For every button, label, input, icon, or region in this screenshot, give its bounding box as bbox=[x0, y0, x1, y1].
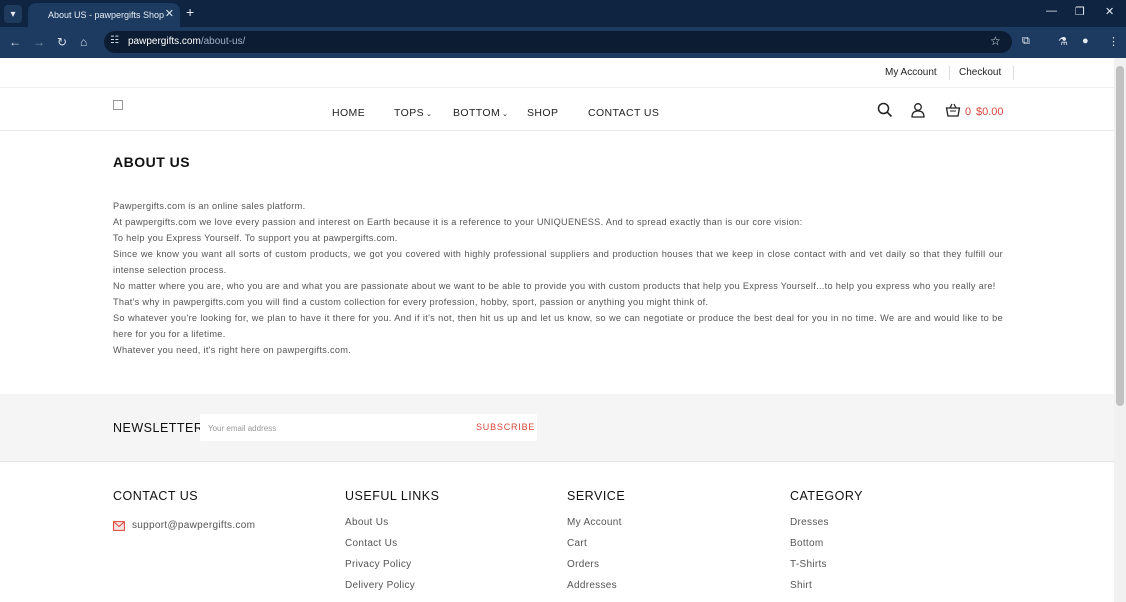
about-paragraph: Whatever you need, it's right here on pa… bbox=[113, 345, 352, 355]
footer-link-t-shirts[interactable]: T-Shirts bbox=[790, 559, 863, 580]
footer-email[interactable]: support@pawpergifts.com bbox=[113, 520, 255, 531]
footer-link-addresses[interactable]: Addresses bbox=[567, 580, 625, 601]
extensions-icon[interactable]: ⧉ bbox=[1022, 35, 1030, 48]
minimize-icon[interactable]: — bbox=[1046, 5, 1057, 17]
footer-link-delivery-policy[interactable]: Delivery Policy bbox=[345, 580, 439, 601]
back-icon[interactable]: ← bbox=[9, 35, 21, 49]
site-logo[interactable] bbox=[113, 100, 123, 110]
checkout-link[interactable]: Checkout bbox=[959, 67, 1001, 78]
tab-close-icon[interactable]: ✕ bbox=[165, 7, 174, 20]
footer-link-shirt[interactable]: Shirt bbox=[790, 580, 863, 601]
window-close-icon[interactable]: ✕ bbox=[1105, 5, 1114, 18]
cart-count[interactable]: 0 bbox=[965, 106, 971, 118]
footer-link-bottom[interactable]: Bottom bbox=[790, 538, 863, 559]
new-tab-icon[interactable]: + bbox=[186, 4, 194, 20]
url-text[interactable]: pawpergifts.com/about-us/ bbox=[128, 36, 245, 47]
top-utility-bar: My Account Checkout bbox=[0, 58, 1114, 88]
about-paragraph: Since we know you want all sorts of cust… bbox=[113, 249, 1003, 275]
about-paragraph: No matter where you are, who you are and… bbox=[113, 281, 996, 291]
cart-total[interactable]: $0.00 bbox=[976, 106, 1004, 118]
user-icon[interactable] bbox=[910, 102, 926, 118]
scrollbar-thumb[interactable] bbox=[1116, 66, 1124, 406]
nav-tops[interactable]: TOPS ⌄ bbox=[394, 107, 432, 119]
main-header: HOME TOPS ⌄ BOTTOM ⌄ SHOP CONTACT US 0 $0.… bbox=[0, 89, 1114, 131]
web-page: My Account Checkout HOME TOPS ⌄ BOTTOM ⌄ S… bbox=[0, 58, 1114, 602]
tab-title: About US - pawpergifts Shop bbox=[48, 10, 165, 20]
page-title: ABOUT US bbox=[113, 154, 191, 170]
footer-link-orders[interactable]: Orders bbox=[567, 559, 625, 580]
profile-icon[interactable]: ● bbox=[1082, 35, 1089, 47]
nav-home[interactable]: HOME bbox=[332, 107, 365, 119]
about-paragraph: At pawpergifts.com we love every passion… bbox=[113, 217, 803, 227]
forward-icon[interactable]: → bbox=[33, 35, 45, 49]
divider bbox=[1013, 66, 1014, 80]
about-content: ABOUT US Pawpergifts.com is an online sa… bbox=[113, 154, 1003, 358]
footer-link-privacy-policy[interactable]: Privacy Policy bbox=[345, 559, 439, 580]
footer-category-column: CATEGORY Dresses Bottom T-Shirts Shirt bbox=[790, 489, 863, 601]
newsletter-form: SUBSCRIBE bbox=[200, 414, 537, 441]
nav-shop[interactable]: SHOP bbox=[527, 107, 558, 119]
mail-icon bbox=[113, 520, 125, 531]
search-icon[interactable] bbox=[877, 102, 893, 118]
nav-bottom[interactable]: BOTTOM ⌄ bbox=[453, 107, 508, 119]
footer-category-list: Dresses Bottom T-Shirts Shirt bbox=[790, 517, 863, 601]
footer-link-my-account[interactable]: My Account bbox=[567, 517, 625, 538]
footer-service-title: SERVICE bbox=[567, 489, 626, 503]
footer-link-about-us[interactable]: About Us bbox=[345, 517, 439, 538]
chevron-down-icon: ⌄ bbox=[502, 111, 509, 118]
footer-useful-links-column: USEFUL LINKS About Us Contact Us Privacy… bbox=[345, 489, 439, 601]
browser-menu-icon[interactable]: ⋮ bbox=[1108, 35, 1119, 48]
browser-tab-active[interactable]: About US - pawpergifts Shop ✕ bbox=[28, 3, 180, 27]
about-paragraph: To help you Express Yourself. To support… bbox=[113, 233, 398, 243]
footer-email-text[interactable]: support@pawpergifts.com bbox=[132, 520, 255, 531]
footer-useful-links-list: About Us Contact Us Privacy Policy Deliv… bbox=[345, 517, 439, 601]
about-paragraph: That's why in pawpergifts.com you will f… bbox=[113, 297, 709, 307]
footer-link-contact-us[interactable]: Contact Us bbox=[345, 538, 439, 559]
footer-contact-column: CONTACT US support@pawpergifts.com bbox=[113, 489, 255, 531]
footer-useful-links-title: USEFUL LINKS bbox=[345, 489, 440, 503]
footer-contact-title: CONTACT US bbox=[113, 489, 199, 503]
cart-basket-icon[interactable] bbox=[945, 102, 961, 118]
footer-service-column: SERVICE My Account Cart Orders Addresses bbox=[567, 489, 625, 601]
bookmark-star-icon[interactable]: ☆ bbox=[990, 34, 1001, 48]
site-info-icon[interactable]: ☷ bbox=[110, 35, 119, 46]
page-scrollbar[interactable] bbox=[1114, 58, 1126, 602]
tab-search-icon[interactable]: ▾ bbox=[4, 5, 22, 23]
divider bbox=[949, 66, 950, 80]
browser-tab-bar: ▾ About US - pawpergifts Shop ✕ + — ❐ ✕ bbox=[0, 0, 1126, 27]
labs-flask-icon[interactable]: ⚗ bbox=[1058, 35, 1068, 48]
footer-service-list: My Account Cart Orders Addresses bbox=[567, 517, 625, 601]
footer-link-dresses[interactable]: Dresses bbox=[790, 517, 863, 538]
about-paragraph: Pawpergifts.com is an online sales platf… bbox=[113, 201, 306, 211]
footer-category-title: CATEGORY bbox=[790, 489, 863, 503]
footer: CONTACT US support@pawpergifts.com USEFU… bbox=[0, 463, 1114, 602]
about-paragraph: So whatever you're looking for, we plan … bbox=[113, 313, 1003, 339]
restore-icon[interactable]: ❐ bbox=[1075, 5, 1085, 18]
chevron-down-icon: ⌄ bbox=[426, 111, 433, 118]
about-text: Pawpergifts.com is an online sales platf… bbox=[113, 198, 1003, 358]
my-account-link[interactable]: My Account bbox=[885, 67, 937, 78]
nav-contact-us[interactable]: CONTACT US bbox=[588, 107, 659, 119]
subscribe-button[interactable]: SUBSCRIBE bbox=[476, 422, 535, 432]
footer-link-cart[interactable]: Cart bbox=[567, 538, 625, 559]
home-icon[interactable]: ⌂ bbox=[80, 35, 87, 49]
reload-icon[interactable]: ↻ bbox=[57, 35, 67, 49]
newsletter-section: NEWSLETTER SUBSCRIBE bbox=[0, 394, 1114, 462]
newsletter-email-input[interactable] bbox=[208, 421, 458, 435]
newsletter-title: NEWSLETTER bbox=[113, 421, 204, 435]
